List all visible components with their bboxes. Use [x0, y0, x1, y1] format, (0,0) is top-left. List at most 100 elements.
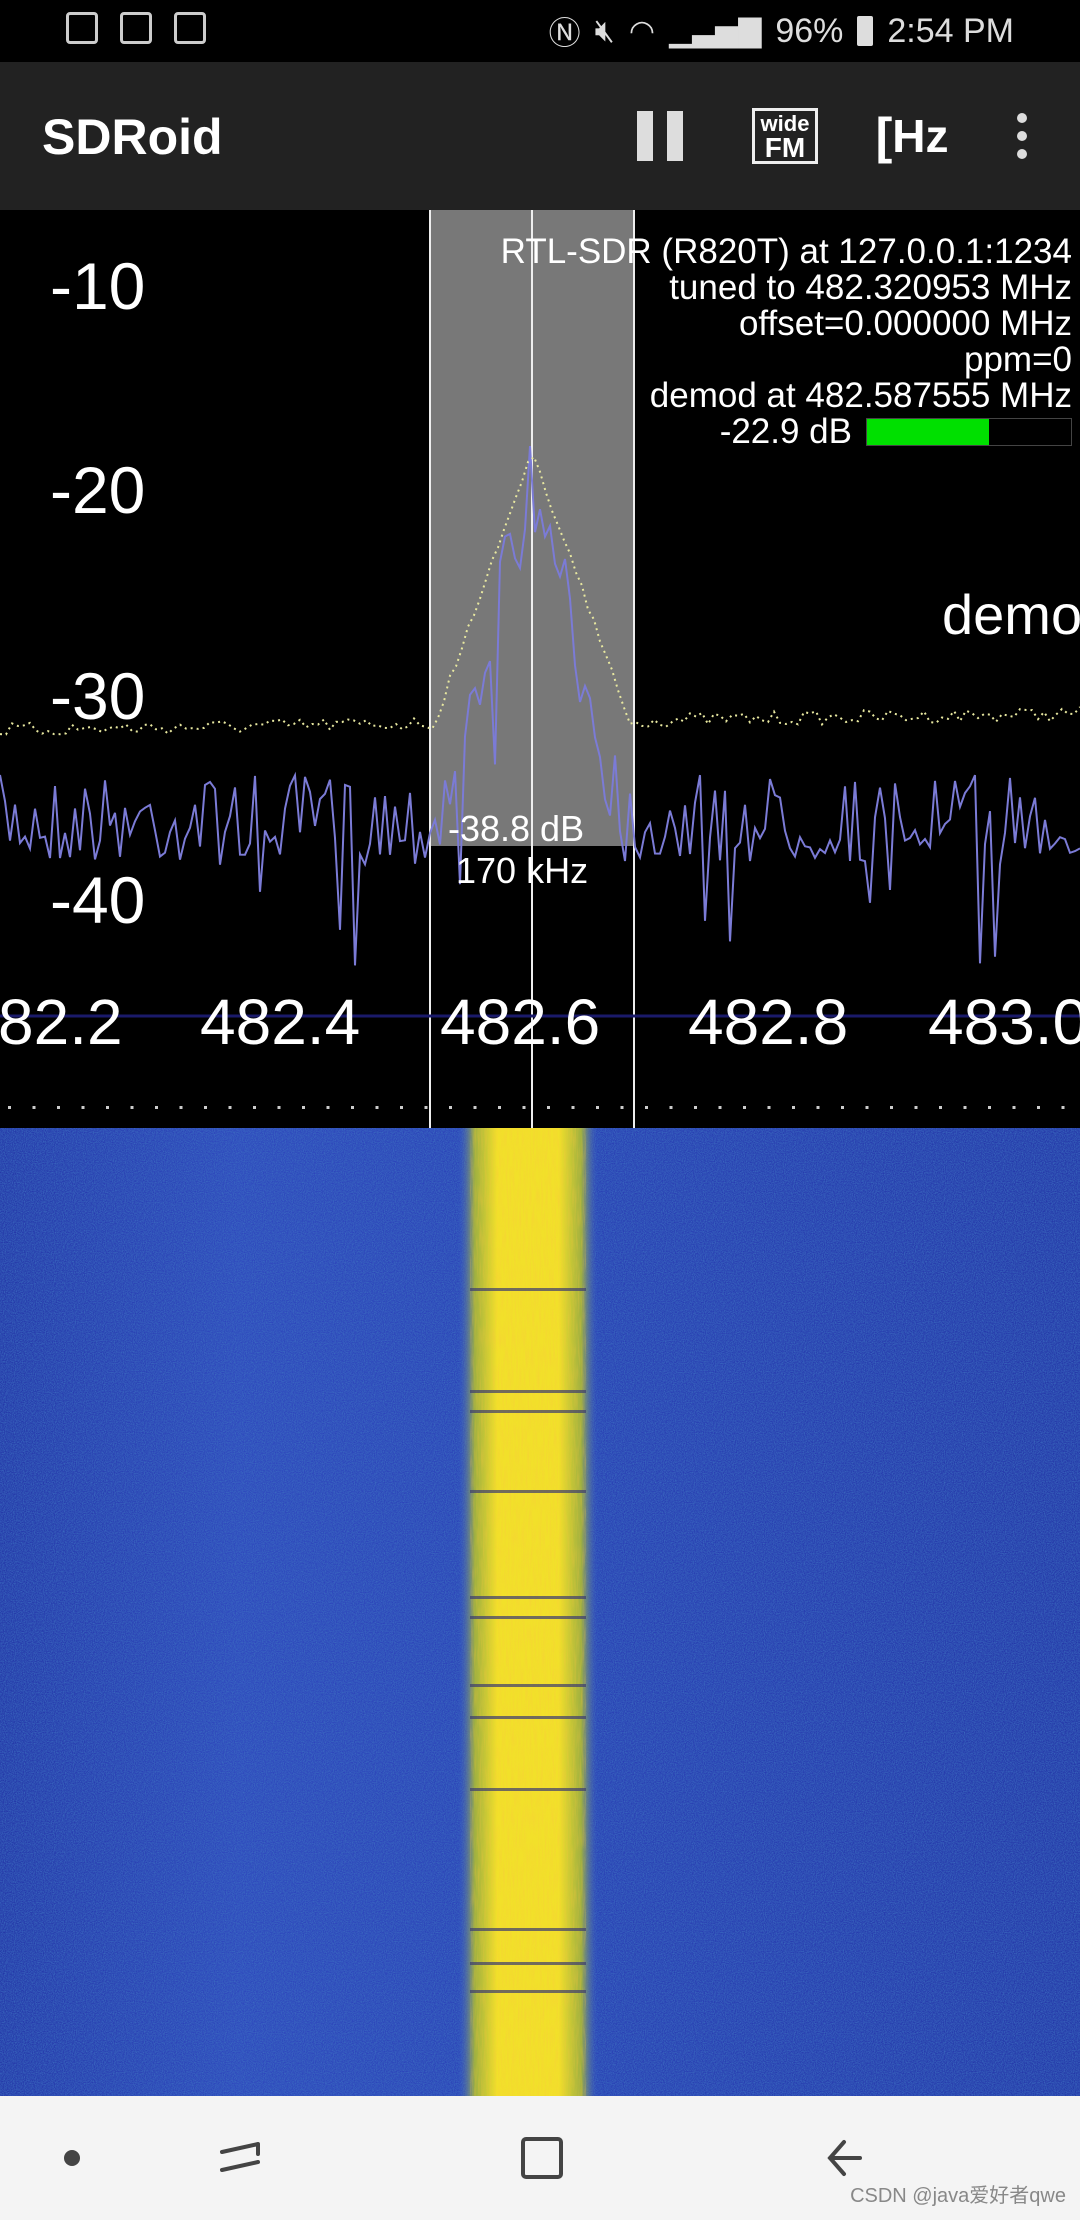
tick-mark: [57, 1106, 60, 1109]
y-tick-label: -10: [50, 249, 146, 323]
y-tick-label: -40: [50, 863, 146, 937]
activity-icon: [174, 12, 206, 44]
waterfall-dropout-line: [470, 1716, 586, 1719]
y-tick-label: -30: [50, 659, 146, 733]
notification-icons: [66, 12, 206, 44]
tick-mark: [351, 1106, 354, 1109]
battery-icon: [857, 16, 874, 46]
waterfall-dropout-line: [470, 1616, 586, 1619]
back-icon[interactable]: [822, 2134, 870, 2182]
x-tick-label: 483.0: [928, 986, 1080, 1058]
tick-mark: [375, 1106, 379, 1109]
offset-line: offset=0.000000 MHz: [738, 304, 1072, 343]
tick-mark: [498, 1106, 501, 1109]
waterfall-dropout-line: [470, 1990, 586, 1993]
wifi-icon: ◠: [628, 14, 656, 48]
tick-mark: [547, 1106, 550, 1109]
waterfall-dropout-line: [470, 1288, 586, 1291]
app-bar: SDRoid wide FM [ Hz: [0, 62, 1080, 210]
waterfall-dropout-line: [470, 1490, 586, 1493]
tick-mark: [939, 1106, 942, 1109]
waterfall-signal-texture: [470, 1128, 586, 2096]
signal-level-fill: [867, 419, 990, 445]
home-icon[interactable]: [518, 2134, 566, 2182]
tick-mark: [645, 1106, 648, 1109]
tick-mark: [694, 1106, 697, 1109]
tick-marks-group: [8, 1106, 1065, 1109]
signal-level-meter: [866, 418, 1072, 446]
tick-mark: [914, 1106, 918, 1109]
tick-mark: [571, 1106, 575, 1109]
tick-mark: [8, 1106, 11, 1109]
tick-mark: [718, 1106, 722, 1109]
device-line: RTL-SDR (R820T) at 127.0.0.1:1234: [500, 232, 1072, 271]
tick-mark: [963, 1106, 967, 1109]
tick-mark: [400, 1106, 403, 1109]
tick-mark: [32, 1106, 36, 1109]
nfc-icon: Ⓝ: [548, 15, 581, 51]
unit-label: Hz: [892, 110, 949, 162]
tick-mark: [449, 1106, 452, 1109]
tick-mark: [302, 1106, 305, 1109]
tick-mark: [277, 1106, 281, 1109]
notification-icon-2: [120, 12, 152, 44]
waterfall-dropout-line: [470, 1928, 586, 1931]
waterfall-plot: [0, 1128, 1080, 2096]
recent-apps-icon[interactable]: [216, 2134, 264, 2182]
tick-mark: [816, 1106, 820, 1109]
tick-mark: [106, 1106, 109, 1109]
tick-mark: [81, 1106, 85, 1109]
navigation-bar: CSDN @java爱好者qwe: [0, 2096, 1080, 2220]
ppm-line: ppm=0: [964, 340, 1072, 379]
x-tick-label: 482.4: [200, 986, 361, 1058]
mute-icon: 🔇︎: [594, 12, 615, 48]
bandwidth-label: 170 kHz: [456, 850, 589, 891]
tick-mark: [253, 1106, 256, 1109]
tick-mark: [890, 1106, 893, 1109]
overflow-menu-button[interactable]: [1006, 106, 1038, 166]
tick-mark: [522, 1106, 526, 1109]
clock: 2:54 PM: [887, 11, 1014, 50]
waterfall-dropout-line: [470, 1390, 586, 1393]
watermark: CSDN @java爱好者qwe: [850, 2185, 1066, 2207]
tick-mark: [865, 1106, 869, 1109]
device-info: RTL-SDR (R820T) at 127.0.0.1:1234 tuned …: [501, 234, 1072, 450]
system-status: Ⓝ 🔇︎ ◠ ▁▃▅▇ 96% 2:54 PM: [549, 8, 1014, 54]
wide-fm-button[interactable]: wide FM: [750, 106, 820, 166]
pause-icon: [637, 111, 683, 161]
tick-mark: [1037, 1106, 1040, 1109]
waterfall-dropout-line: [470, 1962, 586, 1965]
status-bar: Ⓝ 🔇︎ ◠ ▁▃▅▇ 96% 2:54 PM: [0, 0, 1080, 62]
waterfall-dropout-line: [470, 1788, 586, 1791]
bracket-icon: [: [875, 108, 893, 164]
tick-mark: [424, 1106, 428, 1109]
tick-mark: [1061, 1106, 1065, 1109]
x-tick-label: 82.2: [0, 986, 123, 1058]
waterfall-view[interactable]: [0, 1128, 1080, 2096]
x-tick-label: 482.8: [688, 986, 849, 1058]
frequency-unit-button[interactable]: [ Hz: [875, 106, 949, 166]
waterfall-dropout-line: [470, 1684, 586, 1687]
demod-overlay-label: demod: [942, 583, 1080, 646]
tick-mark: [1012, 1106, 1016, 1109]
battery-percent: 96%: [775, 11, 844, 50]
wide-fm-icon: wide FM: [752, 108, 818, 164]
tick-mark: [596, 1106, 599, 1109]
tick-mark: [179, 1106, 183, 1109]
x-tick-label: 482.6: [440, 986, 601, 1058]
nav-dot-icon[interactable]: [62, 2148, 82, 2168]
signal-level-row: -22.9 dB: [501, 414, 1072, 450]
tick-mark: [841, 1106, 844, 1109]
y-tick-label: -20: [50, 453, 146, 527]
demod-frequency-line: demod at 482.587555 MHz: [649, 376, 1072, 415]
waterfall-dropout-line: [470, 1596, 586, 1599]
more-vert-icon: [1017, 113, 1027, 159]
spectrum-view[interactable]: -10 -20 -30 -40 82.2 482.4 482.6 482.8 4…: [0, 210, 1080, 1128]
tick-mark: [204, 1106, 207, 1109]
tick-mark: [130, 1106, 134, 1109]
tick-mark: [988, 1106, 991, 1109]
waterfall-dropout-line: [470, 1410, 586, 1413]
pause-button[interactable]: [632, 106, 688, 166]
tick-mark: [326, 1106, 330, 1109]
notification-icon-1: [66, 12, 98, 44]
